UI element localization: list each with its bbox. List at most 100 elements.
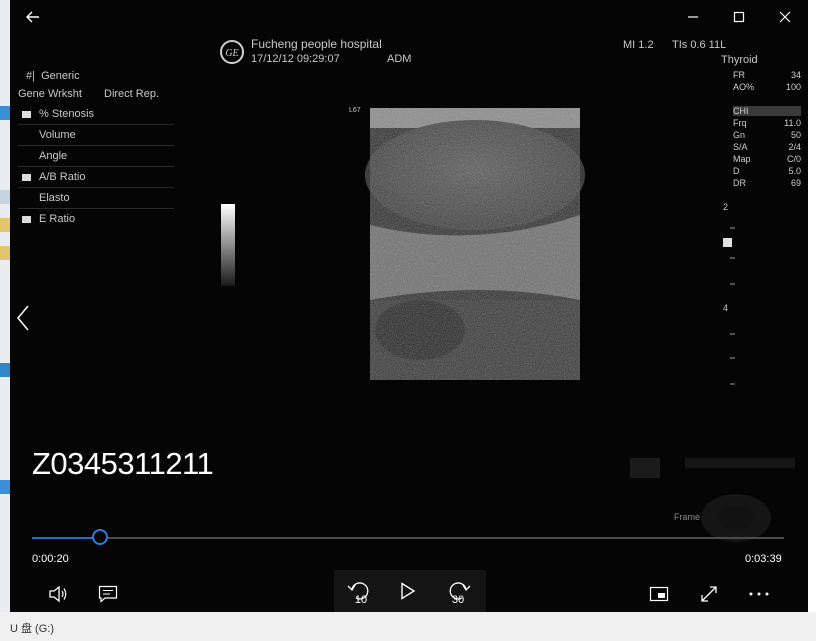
menu-item-label: Angle xyxy=(39,150,68,162)
desktop-icon[interactable] xyxy=(0,246,10,260)
desktop-icon[interactable] xyxy=(0,190,10,204)
skip-back-label: 10 xyxy=(355,594,367,605)
chevron-left-icon xyxy=(17,305,29,331)
param-key: DR xyxy=(733,178,746,188)
param-value: 2/4 xyxy=(788,142,801,152)
captions-icon xyxy=(98,585,118,603)
fullscreen-button[interactable] xyxy=(691,576,727,612)
back-button[interactable] xyxy=(10,0,56,34)
close-icon xyxy=(779,11,791,23)
param-value: 11.0 xyxy=(784,118,801,128)
param-row: AO% 100 xyxy=(733,82,801,92)
previous-button[interactable] xyxy=(10,296,36,340)
menu-item-label: A/B Ratio xyxy=(39,171,86,183)
menu-item-label: Volume xyxy=(39,129,76,141)
folder-icon xyxy=(22,110,31,118)
probe-tag: L67 xyxy=(349,107,361,114)
param-row: Frq 11.0 xyxy=(733,118,801,128)
skip-back-10-icon: 10 xyxy=(347,582,369,605)
scan-datetime: 17/12/12 09:29:07 xyxy=(251,53,340,65)
param-key: AO% xyxy=(733,82,755,92)
menu-item-label: % Stenosis xyxy=(39,108,95,120)
skip-forward-30-icon: 30 xyxy=(449,582,471,605)
menu-item: A/B Ratio xyxy=(18,167,174,188)
close-button[interactable] xyxy=(762,0,808,34)
desktop-icon[interactable] xyxy=(0,106,10,120)
minimize-button[interactable] xyxy=(670,0,716,34)
skip-back-button[interactable]: 10 xyxy=(334,570,384,612)
menu-title: #| Generic xyxy=(26,70,80,82)
maximize-icon xyxy=(733,11,745,23)
time-total: 0:03:39 xyxy=(745,553,782,565)
play-button[interactable] xyxy=(384,570,432,612)
seek-progress xyxy=(32,537,101,539)
menu-item-label: Elasto xyxy=(39,192,70,204)
folder-icon xyxy=(22,173,31,181)
maximize-button[interactable] xyxy=(716,0,762,34)
time-elapsed: 0:00:20 xyxy=(32,553,69,565)
param-value: 50 xyxy=(790,130,801,140)
mi-value: MI 1.2 xyxy=(623,39,654,51)
param-value: C/0 xyxy=(786,154,801,164)
desktop-icon[interactable] xyxy=(0,218,10,232)
fullscreen-icon xyxy=(701,586,717,602)
param-key: Map xyxy=(733,154,751,164)
param-mode: CHI xyxy=(733,106,801,116)
menu-header-left: Gene Wrksht xyxy=(18,88,82,100)
skip-forward-button[interactable]: 30 xyxy=(432,570,486,612)
minimize-icon xyxy=(688,16,698,18)
param-row: D 5.0 xyxy=(733,166,801,176)
arrow-left-icon xyxy=(26,11,39,23)
preset-name: Thyroid xyxy=(721,54,758,66)
tis-value: TIs 0.6 11L xyxy=(672,39,727,51)
volume-icon xyxy=(49,585,67,603)
volume-button[interactable] xyxy=(40,576,76,612)
param-key: S/A xyxy=(733,142,748,152)
param-mode-label: CHI xyxy=(733,106,749,116)
drive-label[interactable]: U 盘 (G:) xyxy=(10,620,54,636)
video-title: Z0345311211 xyxy=(32,446,214,481)
mini-view-button[interactable] xyxy=(641,576,677,612)
menu-item-label: E Ratio xyxy=(39,213,76,225)
param-key: FR xyxy=(733,70,745,80)
ghost-frame-label: Frame xyxy=(674,512,701,522)
menu-title-prefix: #| xyxy=(26,70,35,82)
svg-text:GE: GE xyxy=(225,48,238,59)
param-row: Gn 50 xyxy=(733,130,801,140)
menu-item: % Stenosis xyxy=(18,104,174,125)
param-value: 100 xyxy=(785,82,801,92)
play-icon xyxy=(401,582,416,600)
grayscale-bar xyxy=(221,204,235,286)
param-row: DR 69 xyxy=(733,178,801,188)
title-bar xyxy=(10,0,808,34)
more-button[interactable] xyxy=(741,576,777,612)
param-value: 34 xyxy=(790,70,801,80)
menu-item: E Ratio xyxy=(18,209,174,229)
menu-item: Angle xyxy=(18,146,174,167)
video-player-window: GE Fucheng people hospital 17/12/12 09:2… xyxy=(10,0,808,612)
menu-header-right: Direct Rep. xyxy=(104,88,160,100)
param-value: 69 xyxy=(790,178,801,188)
seek-bar[interactable] xyxy=(32,529,784,545)
menu-item: Volume xyxy=(18,125,174,146)
folder-icon xyxy=(22,215,31,223)
mini-view-icon xyxy=(649,586,669,602)
captions-button[interactable] xyxy=(90,576,126,612)
param-row: Map C/0 xyxy=(733,154,801,164)
param-key: Frq xyxy=(733,118,747,128)
param-row: FR 34 xyxy=(733,70,801,80)
desktop-background xyxy=(0,0,10,641)
menu-item: Elasto xyxy=(18,188,174,209)
desktop-icon[interactable] xyxy=(0,363,10,377)
param-value: 5.0 xyxy=(788,166,801,176)
skip-forward-label: 30 xyxy=(452,594,464,605)
focus-marker-icon xyxy=(723,238,732,247)
menu-title-text: Generic xyxy=(41,70,80,82)
depth-label: 2 xyxy=(723,202,729,212)
hospital-name: Fucheng people hospital xyxy=(251,37,382,51)
operator: ADM xyxy=(387,53,412,65)
more-icon xyxy=(749,592,769,596)
param-row: S/A 2/4 xyxy=(733,142,801,152)
desktop-icon[interactable] xyxy=(0,480,10,494)
depth-label: 4 xyxy=(723,303,729,313)
